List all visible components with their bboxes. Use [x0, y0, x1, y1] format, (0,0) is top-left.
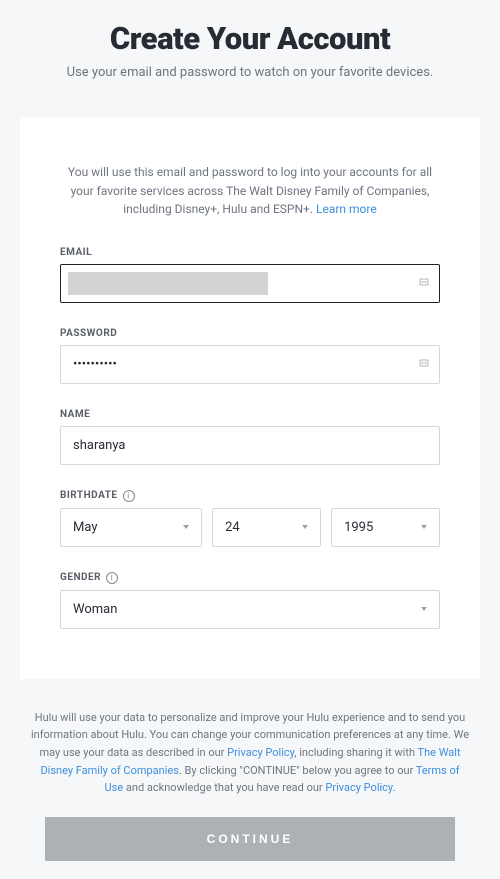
redacted-email	[68, 272, 268, 295]
gender-value: Woman	[73, 602, 117, 617]
password-input[interactable]	[60, 345, 440, 384]
legal-part: .	[393, 781, 396, 794]
continue-button[interactable]: CONTINUE	[45, 817, 455, 861]
page-subtitle: Use your email and password to watch on …	[20, 65, 480, 80]
name-label: NAME	[60, 409, 440, 420]
chevron-down-icon	[302, 525, 308, 529]
legal-part: and acknowledge that you have read our	[123, 781, 325, 794]
info-icon[interactable]: i	[123, 490, 135, 502]
chevron-down-icon	[421, 525, 427, 529]
privacy-policy-link[interactable]: Privacy Policy	[227, 746, 294, 759]
gender-label: GENDER	[60, 572, 101, 583]
legal-part: . By clicking "CONTINUE" below you agree…	[179, 764, 416, 777]
privacy-policy-link-2[interactable]: Privacy Policy	[325, 781, 392, 794]
birthdate-day-value: 24	[225, 520, 240, 535]
birthdate-year-select[interactable]: 1995	[331, 508, 440, 547]
autofill-icon	[418, 357, 430, 372]
card-intro: You will use this email and password to …	[60, 163, 440, 219]
chevron-down-icon	[421, 607, 427, 611]
intro-text: You will use this email and password to …	[68, 165, 432, 216]
gender-select[interactable]: Woman	[60, 590, 440, 629]
info-icon[interactable]: i	[106, 572, 118, 584]
password-label: PASSWORD	[60, 328, 440, 339]
email-label: EMAIL	[60, 247, 440, 258]
birthdate-label: BIRTHDATE	[60, 490, 118, 501]
legal-part: , including sharing it with	[294, 746, 417, 759]
autofill-icon	[418, 276, 430, 291]
birthdate-month-value: May	[73, 520, 97, 535]
chevron-down-icon	[183, 525, 189, 529]
birthdate-year-value: 1995	[344, 520, 373, 535]
page-title: Create Your Account	[20, 20, 480, 57]
legal-text: Hulu will use your data to personalize a…	[0, 679, 500, 797]
birthdate-day-select[interactable]: 24	[212, 508, 321, 547]
signup-card: You will use this email and password to …	[20, 118, 480, 679]
name-input[interactable]	[60, 426, 440, 465]
birthdate-month-select[interactable]: May	[60, 508, 202, 547]
learn-more-link[interactable]: Learn more	[316, 202, 377, 216]
